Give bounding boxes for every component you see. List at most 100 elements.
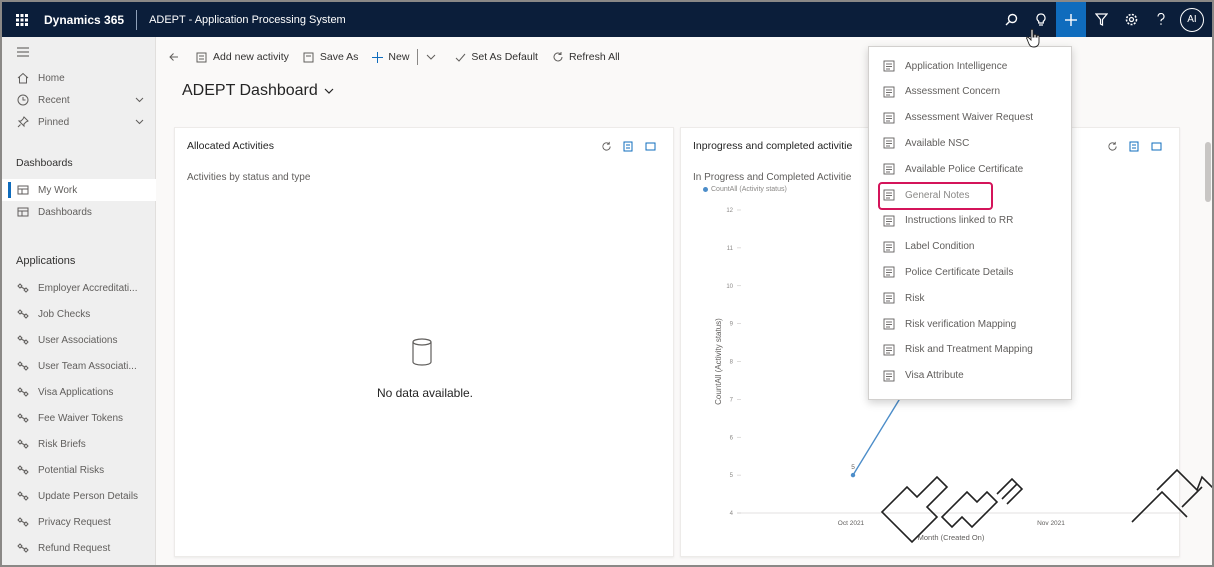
menu-item-label: Available Police Certificate xyxy=(905,163,1024,175)
menu-item-label: Risk and Treatment Mapping xyxy=(905,344,1033,356)
sidebar-item-label: Visa Applications xyxy=(38,386,114,398)
search-icon[interactable] xyxy=(996,2,1026,37)
hand-cursor-icon xyxy=(1026,28,1040,48)
sidebar-item-home[interactable]: Home xyxy=(2,67,156,89)
sidebar-item-application[interactable]: Potential Risks xyxy=(2,459,156,481)
entity-icon xyxy=(16,411,30,425)
dashboard-selector[interactable]: ADEPT Dashboard xyxy=(182,82,334,100)
menu-item[interactable]: Assessment Concern xyxy=(869,80,1071,104)
refresh-icon xyxy=(553,52,563,62)
sidebar-item-application[interactable]: Risk Briefs xyxy=(2,433,156,455)
menu-item[interactable]: Available Police Certificate xyxy=(869,157,1071,181)
menu-item[interactable]: Risk verification Mapping xyxy=(869,312,1071,336)
menu-item-label: Available NSC xyxy=(905,137,970,149)
menu-item[interactable]: Application Intelligence xyxy=(869,54,1071,78)
sidebar-item-application[interactable]: User Associations xyxy=(2,329,156,351)
menu-item[interactable]: Visa Attribute xyxy=(869,364,1071,388)
menu-item[interactable]: Available NSC xyxy=(869,131,1071,155)
app-launcher-icon[interactable] xyxy=(8,2,36,37)
entity-form-icon xyxy=(883,292,895,304)
sitemap-sidebar: Home Recent Pinned Dashboards My Work Da… xyxy=(2,37,156,565)
help-icon[interactable] xyxy=(1146,2,1176,37)
menu-item-label: Risk verification Mapping xyxy=(905,318,1017,330)
back-button[interactable] xyxy=(169,52,184,62)
entity-form-icon xyxy=(883,112,895,124)
y-tick-label: 6 xyxy=(730,435,734,441)
add-new-activity-button[interactable]: Add new activity xyxy=(196,51,289,63)
chevron-down-icon[interactable] xyxy=(135,117,144,128)
area-name[interactable]: ADEPT - Application Processing System xyxy=(149,14,346,26)
sidebar-item-application[interactable]: Visa Applications xyxy=(2,381,156,403)
entity-icon xyxy=(16,281,30,295)
sidebar-item-label: User Team Associati... xyxy=(38,360,137,372)
y-tick-label: 10 xyxy=(726,284,733,290)
sidebar-item-label: User Associations xyxy=(38,334,118,346)
new-button[interactable]: New xyxy=(372,49,441,65)
entity-form-icon xyxy=(883,241,895,253)
menu-item[interactable]: Label Condition xyxy=(869,235,1071,259)
divider xyxy=(417,49,419,65)
expand-chart-icon[interactable] xyxy=(639,138,661,154)
dashboard-icon xyxy=(16,183,30,197)
y-tick-label: 12 xyxy=(726,208,733,214)
sidebar-item-pinned[interactable]: Pinned xyxy=(2,111,156,133)
y-tick-label: 11 xyxy=(727,246,734,252)
menu-item[interactable]: Risk xyxy=(869,286,1071,310)
sidebar-item-label: Risk Briefs xyxy=(38,438,86,450)
entity-icon xyxy=(16,333,30,347)
page-scrollbar[interactable] xyxy=(1204,46,1212,561)
save-as-button[interactable]: Save As xyxy=(303,51,358,63)
sidebar-item-my-work[interactable]: My Work xyxy=(2,179,156,201)
menu-item[interactable]: Instructions linked to RR xyxy=(869,209,1071,233)
sidebar-item-dashboards[interactable]: Dashboards xyxy=(2,201,156,223)
sidebar-item-application[interactable]: Privacy Request xyxy=(2,511,156,533)
refresh-all-button[interactable]: Refresh All xyxy=(552,51,620,63)
filter-icon[interactable] xyxy=(1086,2,1116,37)
sidebar-item-label: My Work xyxy=(38,184,78,196)
x-tick-label: Oct 2021 xyxy=(838,520,865,527)
hamburger-menu-icon[interactable] xyxy=(2,41,156,63)
sidebar-item-label: Recent xyxy=(38,94,70,106)
sidebar-item-label: Potential Risks xyxy=(38,464,105,476)
y-tick-label: 4 xyxy=(730,511,734,517)
menu-item-label: Instructions linked to RR xyxy=(905,215,1014,227)
scrollbar-thumb[interactable] xyxy=(1205,142,1211,202)
menu-item-label: Label Condition xyxy=(905,241,975,253)
refresh-icon[interactable] xyxy=(595,138,617,154)
activity-icon xyxy=(196,52,207,63)
sidebar-item-label: Dashboards xyxy=(38,206,92,218)
menu-item[interactable]: Risk and Treatment Mapping xyxy=(869,338,1071,362)
menu-item[interactable]: Assessment Waiver Request xyxy=(869,106,1071,130)
menu-item-label: Police Certificate Details xyxy=(905,266,1014,278)
chevron-down-icon[interactable] xyxy=(135,95,144,106)
entity-icon xyxy=(16,541,30,555)
sidebar-item-application[interactable]: Job Checks xyxy=(2,303,156,325)
entity-form-icon xyxy=(883,137,895,149)
new-label: New xyxy=(388,51,410,63)
checkmark-icon xyxy=(456,53,466,62)
menu-item[interactable]: Police Certificate Details xyxy=(869,260,1071,284)
user-avatar[interactable]: AI xyxy=(1180,7,1204,32)
x-axis-label: Month (Created On) xyxy=(918,533,985,542)
entity-form-icon xyxy=(883,86,895,98)
sidebar-item-label: Pinned xyxy=(38,116,70,128)
settings-gear-icon[interactable] xyxy=(1116,2,1146,37)
sidebar-item-application[interactable]: Fee Waiver Tokens xyxy=(2,407,156,429)
set-as-default-button[interactable]: Set As Default xyxy=(455,51,538,63)
view-records-icon[interactable] xyxy=(617,138,639,154)
sidebar-item-application[interactable]: Refund Request xyxy=(2,537,156,559)
sidebar-item-label: Refund Request xyxy=(38,542,111,554)
sidebar-item-recent[interactable]: Recent xyxy=(2,89,156,111)
app-window: Dynamics 365 ADEPT - Application Process… xyxy=(0,0,1214,567)
sidebar-item-application[interactable]: User Team Associati... xyxy=(2,355,156,377)
entity-icon xyxy=(16,489,30,503)
applications-group-header: Applications xyxy=(16,255,76,267)
app-name[interactable]: Dynamics 365 xyxy=(44,13,124,27)
data-label: 5 xyxy=(851,464,855,471)
sidebar-item-application[interactable]: Update Person Details xyxy=(2,485,156,507)
entity-form-icon xyxy=(883,215,895,227)
entity-icon xyxy=(16,385,30,399)
sidebar-item-application[interactable]: Employer Accreditati... xyxy=(2,277,156,299)
x-tick-label: Nov 2021 xyxy=(1037,520,1065,527)
new-record-plus-icon[interactable] xyxy=(1056,2,1086,37)
